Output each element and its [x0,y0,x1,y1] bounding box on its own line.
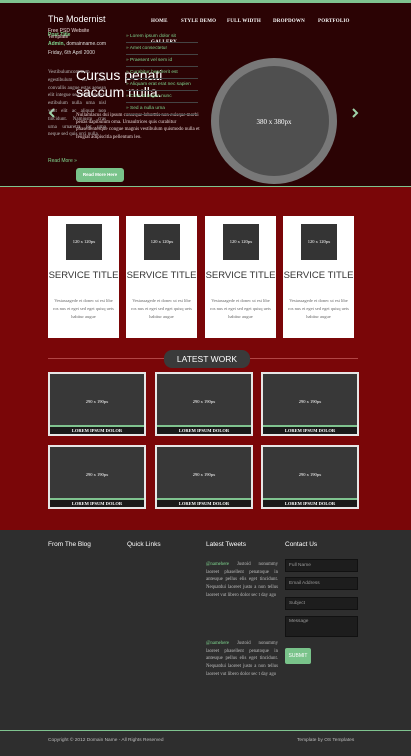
read-more-button[interactable]: Read More Here [76,168,124,182]
quick-links-list: » Lorem ipsum dolor sit » Amet consectet… [126,31,198,115]
service-card: 120 x 120px SERVICE TITLE Vestassagede e… [126,216,197,338]
portfolio-image-size: 290 x 190px [298,472,322,477]
submit-button[interactable]: SUBMIT [285,648,311,664]
service-title[interactable]: SERVICE TITLE [205,270,276,281]
blog-post-title[interactable]: Post Title [48,31,106,40]
service-title[interactable]: SERVICE TITLE [126,270,197,281]
tweet-handle[interactable]: @namehere [206,562,229,567]
service-text: Vestassagede et donec ut est libe ros nu… [210,298,271,319]
template-credit[interactable]: Template by OS Templates [297,738,354,743]
service-image: 120 x 120px [66,224,102,260]
blog-post-date: Friday, 6th April 2000 [48,50,95,56]
blog-heading: From The Blog [48,541,91,548]
portfolio-image-size: 290 x 190px [85,399,109,404]
service-title[interactable]: SERVICE TITLE [48,270,119,281]
service-image: 120 x 120px [223,224,259,260]
tweet: @namehere Justoid nonummy laoreet phasel… [206,561,278,600]
portfolio-caption[interactable]: LOREM IPSUM DOLOR [157,425,251,434]
service-card: 120 x 120px SERVICE TITLE Vestassagede e… [283,216,354,338]
copyright-text: Copyright © 2012 Domain Name - All Right… [48,738,164,743]
portfolio-image-size: 290 x 190px [298,399,322,404]
quick-link[interactable]: » Cras id augue nunc [126,91,198,103]
service-card: 120 x 120px SERVICE TITLE Vestassagede e… [205,216,276,338]
hero-bottom-accent [0,186,411,187]
contact-heading: Contact Us [285,541,318,548]
nav-item-home[interactable]: HOME [151,19,168,24]
portfolio-item[interactable]: 290 x 190px LOREM IPSUM DOLOR [155,445,253,509]
quick-link[interactable]: » Lorem ipsum dolor sit [126,31,198,43]
service-card: 120 x 120px SERVICE TITLE Vestassagede e… [48,216,119,338]
portfolio-image-size: 290 x 190px [85,472,109,477]
message-field[interactable]: Message [285,616,358,637]
quick-links-heading: Quick Links [127,541,161,548]
quick-link[interactable]: » Sed a nulla urna [126,103,198,115]
service-image: 120 x 120px [301,224,337,260]
nav-item-portfolio[interactable]: PORTFOLIO [318,19,350,24]
portfolio-caption[interactable]: LOREM IPSUM DOLOR [263,425,357,434]
portfolio-item[interactable]: 290 x 190px LOREM IPSUM DOLOR [48,445,146,509]
nav-item-style-demo[interactable]: STYLE DEMO [181,19,216,24]
quick-link[interactable]: » Curabitur hendrerit est [126,67,198,79]
service-text: Vestassagede et donec ut est libe ros nu… [288,298,349,319]
nav-item-full-width[interactable]: FULL WIDTH [227,19,261,24]
quick-link[interactable]: » Praesent vel sem id [126,55,198,67]
portfolio-item[interactable]: 290 x 190px LOREM IPSUM DOLOR [261,372,359,436]
blog-author-name[interactable]: Admin, [48,41,65,47]
portfolio-item[interactable]: 290 x 190px LOREM IPSUM DOLOR [155,372,253,436]
slider-image: 380 x 380px [211,58,337,184]
latest-work-heading: LATEST WORK [164,350,250,368]
quick-link[interactable]: » Amet consectetur [126,43,198,55]
service-text: Vestassagede et donec ut est libe ros nu… [131,298,192,319]
subject-field[interactable]: Subject [285,597,358,610]
portfolio-caption[interactable]: LOREM IPSUM DOLOR [50,425,144,434]
service-text: Vestassagede et donec ut est libe ros nu… [53,298,114,319]
service-title[interactable]: SERVICE TITLE [283,270,354,281]
portfolio-image-size: 290 x 190px [192,399,216,404]
portfolio-caption[interactable]: LOREM IPSUM DOLOR [50,498,144,507]
service-image: 120 x 120px [144,224,180,260]
email-field[interactable]: Email Address [285,577,358,590]
slider-image-label: 380 x 380px [256,118,292,126]
site-logo[interactable]: The Modernist [48,14,106,24]
tweet-text: Justoid nonummy laoreet phasellent penat… [206,562,279,598]
blog-author-site: domainname.com [66,41,107,47]
chevron-right-icon[interactable] [350,108,360,118]
footer-accent-strip [0,730,411,731]
nav-item-dropdown[interactable]: DROPDOWN [273,19,305,24]
tweet-text: Justoid nonummy laoreet phasellent penat… [206,641,279,677]
blog-post-author: Admin, domainname.com [48,40,110,49]
tweet: @namehere Justoid nonummy laoreet phasel… [206,640,278,679]
blog-read-more-link[interactable]: Read More » [48,158,77,164]
quick-link[interactable]: » Aliquam erat erat nec sapien [126,79,198,91]
blog-post-text: Vestibulumcommum egestibulum eu justo co… [48,70,106,138]
portfolio-caption[interactable]: LOREM IPSUM DOLOR [263,498,357,507]
portfolio-item[interactable]: 290 x 190px LOREM IPSUM DOLOR [261,445,359,509]
portfolio-caption[interactable]: LOREM IPSUM DOLOR [157,498,251,507]
tweets-heading: Latest Tweets [206,541,246,548]
portfolio-item[interactable]: 290 x 190px LOREM IPSUM DOLOR [48,372,146,436]
tweet-handle[interactable]: @namehere [206,641,229,646]
portfolio-image-size: 290 x 190px [192,472,216,477]
name-field[interactable]: Full Name [285,559,358,572]
